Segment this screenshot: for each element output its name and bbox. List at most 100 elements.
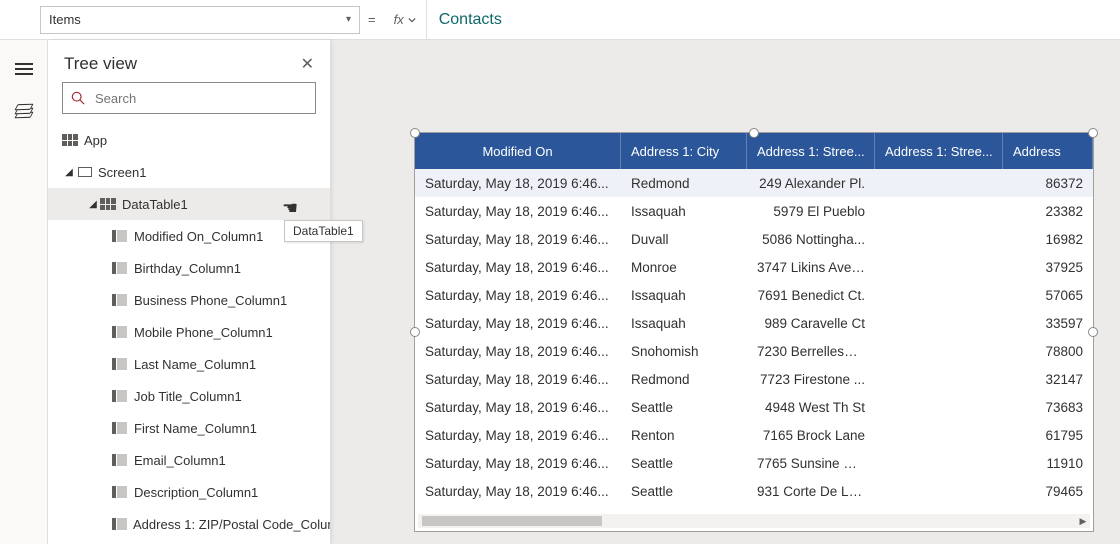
canvas[interactable]: Modified On Address 1: City Address 1: S…: [330, 40, 1120, 544]
table-cell: 61795: [1003, 428, 1093, 443]
tree-item-column[interactable]: Email_Column1: [48, 444, 330, 476]
tree-item-label: App: [84, 133, 107, 148]
table-cell: Saturday, May 18, 2019 6:46...: [415, 204, 621, 219]
table-cell: 7723 Firestone ...: [747, 372, 875, 387]
table-cell: Saturday, May 18, 2019 6:46...: [415, 316, 621, 331]
column-icon: [112, 454, 128, 466]
tree-item-label: Email_Column1: [134, 453, 226, 468]
column-icon: [112, 390, 128, 402]
scrollbar-thumb[interactable]: [422, 516, 602, 526]
tree-item-screen[interactable]: ◢ Screen1: [48, 156, 330, 188]
tree-item-label: First Name_Column1: [134, 421, 257, 436]
scroll-right-icon[interactable]: ▶: [1076, 514, 1090, 528]
left-rail: [0, 40, 48, 544]
column-icon: [112, 294, 128, 306]
column-header[interactable]: Modified On: [415, 133, 621, 169]
tree-item-column[interactable]: Business Phone_Column1: [48, 284, 330, 316]
table-cell: 7230 Berrellesa ...: [747, 344, 875, 359]
column-icon: [112, 518, 127, 530]
column-header[interactable]: Address 1: City: [621, 133, 747, 169]
search-input[interactable]: [93, 90, 307, 107]
table-cell: 7765 Sunsine Dr...: [747, 456, 875, 471]
table-cell: 79465: [1003, 484, 1093, 499]
resize-handle[interactable]: [1088, 327, 1098, 337]
table-cell: 989 Caravelle Ct: [747, 316, 875, 331]
table-row[interactable]: Saturday, May 18, 2019 6:46...Issaquah76…: [415, 281, 1093, 309]
column-icon: [112, 230, 128, 242]
table-cell: Duvall: [621, 232, 747, 247]
tree-item-label: Job Title_Column1: [134, 389, 242, 404]
table-row[interactable]: Saturday, May 18, 2019 6:46...Redmond249…: [415, 169, 1093, 197]
table-cell: 33597: [1003, 316, 1093, 331]
hamburger-icon[interactable]: [15, 60, 33, 78]
collapse-icon[interactable]: ◢: [86, 199, 100, 210]
fx-label: fx: [394, 12, 404, 27]
chevron-down-icon: [408, 16, 416, 24]
table-cell: 5086 Nottingha...: [747, 232, 875, 247]
chevron-down-icon: ▾: [346, 14, 351, 25]
table-cell: Saturday, May 18, 2019 6:46...: [415, 428, 621, 443]
table-cell: Saturday, May 18, 2019 6:46...: [415, 288, 621, 303]
table-row[interactable]: Saturday, May 18, 2019 6:46...Seattle494…: [415, 393, 1093, 421]
tree-item-column[interactable]: First Name_Column1: [48, 412, 330, 444]
table-row[interactable]: Saturday, May 18, 2019 6:46...Seattle776…: [415, 449, 1093, 477]
tree-item-app[interactable]: App: [48, 124, 330, 156]
table-row[interactable]: Saturday, May 18, 2019 6:46...Issaquah59…: [415, 197, 1093, 225]
horizontal-scrollbar[interactable]: ▶: [418, 514, 1090, 528]
table-cell: Snohomish: [621, 344, 747, 359]
table-cell: 931 Corte De Lu...: [747, 484, 875, 499]
close-icon[interactable]: ✕: [301, 54, 314, 74]
table-cell: Saturday, May 18, 2019 6:46...: [415, 176, 621, 191]
table-cell: Saturday, May 18, 2019 6:46...: [415, 456, 621, 471]
tree-item-column[interactable]: Description_Column1: [48, 476, 330, 508]
tree-item-label: Last Name_Column1: [134, 357, 256, 372]
property-select-label: Items: [49, 12, 81, 27]
table-cell: Monroe: [621, 260, 747, 275]
table-row[interactable]: Saturday, May 18, 2019 6:46...Redmond772…: [415, 365, 1093, 393]
table-cell: 7165 Brock Lane: [747, 428, 875, 443]
column-icon: [112, 422, 128, 434]
table-cell: 16982: [1003, 232, 1093, 247]
table-row[interactable]: Saturday, May 18, 2019 6:46...Snohomish7…: [415, 337, 1093, 365]
search-icon: [71, 91, 85, 105]
tree-item-column[interactable]: Address 1: ZIP/Postal Code_Column1: [48, 508, 330, 540]
resize-handle[interactable]: [1088, 128, 1098, 138]
table-row[interactable]: Saturday, May 18, 2019 6:46...Seattle931…: [415, 477, 1093, 505]
app-icon: [62, 134, 78, 146]
table-cell: Issaquah: [621, 316, 747, 331]
tree-item-column[interactable]: Last Name_Column1: [48, 348, 330, 380]
tree-item-label: Business Phone_Column1: [134, 293, 287, 308]
column-header[interactable]: Address 1: Stree...: [747, 133, 875, 169]
table-cell: 86372: [1003, 176, 1093, 191]
table-row[interactable]: Saturday, May 18, 2019 6:46...Renton7165…: [415, 421, 1093, 449]
property-select[interactable]: Items ▾: [40, 6, 360, 34]
tree-item-column[interactable]: Birthday_Column1: [48, 252, 330, 284]
fx-button[interactable]: fx: [384, 0, 427, 39]
table-cell: 73683: [1003, 400, 1093, 415]
table-cell: 11910: [1003, 456, 1093, 471]
table-cell: 7691 Benedict Ct.: [747, 288, 875, 303]
table-cell: Issaquah: [621, 288, 747, 303]
tree-item-column[interactable]: Mobile Phone_Column1: [48, 316, 330, 348]
table-row[interactable]: Saturday, May 18, 2019 6:46...Issaquah98…: [415, 309, 1093, 337]
table-row[interactable]: Saturday, May 18, 2019 6:46...Duvall5086…: [415, 225, 1093, 253]
tree-item-column[interactable]: Job Title_Column1: [48, 380, 330, 412]
tree-item-datatable[interactable]: ◢ DataTable1: [48, 188, 330, 220]
table-cell: Seattle: [621, 456, 747, 471]
column-header[interactable]: Address 1: Stree...: [875, 133, 1003, 169]
resize-handle[interactable]: [410, 128, 420, 138]
datatable-body: Saturday, May 18, 2019 6:46...Redmond249…: [415, 169, 1093, 505]
collapse-icon[interactable]: ◢: [62, 167, 76, 178]
column-header[interactable]: Address: [1003, 133, 1093, 169]
tree-view-pane: Tree view ✕ App ◢ Screen1: [48, 40, 330, 544]
tree-item-label: Screen1: [98, 165, 146, 180]
formula-input[interactable]: [427, 11, 1120, 29]
resize-handle[interactable]: [749, 128, 759, 138]
search-box[interactable]: [62, 82, 316, 114]
datatable-control[interactable]: Modified On Address 1: City Address 1: S…: [414, 132, 1094, 532]
table-row[interactable]: Saturday, May 18, 2019 6:46...Monroe3747…: [415, 253, 1093, 281]
tree-view-icon[interactable]: [15, 104, 33, 122]
resize-handle[interactable]: [410, 327, 420, 337]
table-cell: Saturday, May 18, 2019 6:46...: [415, 260, 621, 275]
table-cell: Saturday, May 18, 2019 6:46...: [415, 232, 621, 247]
